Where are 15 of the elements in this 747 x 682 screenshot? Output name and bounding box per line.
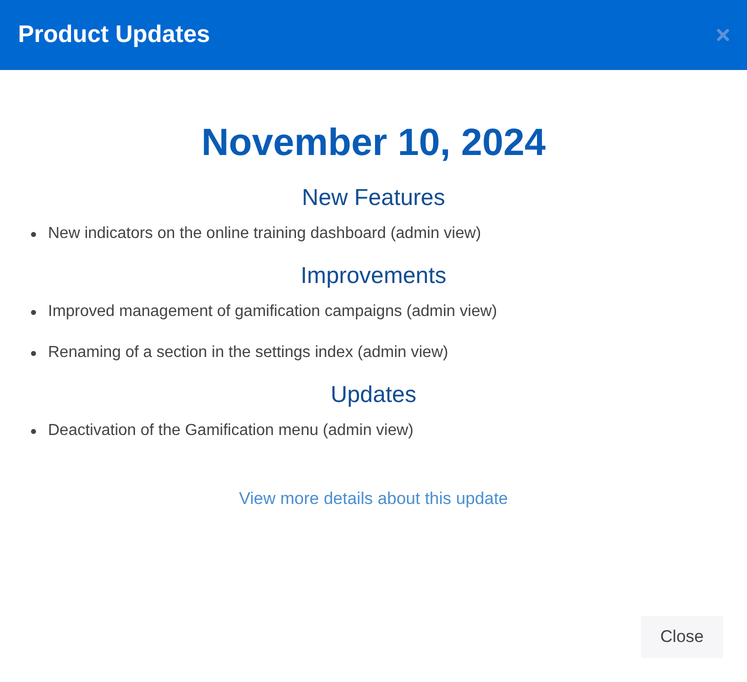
- close-button[interactable]: Close: [641, 616, 723, 658]
- dialog-title: Product Updates: [18, 21, 210, 49]
- list-item: New indicators on the online training dashboard (admin view): [48, 224, 482, 244]
- release-date: November 10, 2024: [200, 121, 547, 166]
- bullet-icon: [31, 428, 36, 434]
- bullet-icon: [31, 350, 36, 356]
- close-icon[interactable]: [717, 29, 729, 41]
- section-heading: New Features: [300, 183, 446, 212]
- bullet-icon: [31, 232, 36, 236]
- list-item: Improved management of gamification campaigns (admin view): [48, 302, 498, 322]
- list-item: Renaming of a section in the settings index (admin view): [48, 343, 448, 363]
- list-item: Deactivation of the Gamification menu (admin view): [48, 421, 414, 441]
- section-heading: Improvements: [300, 261, 448, 290]
- bullet-icon: [31, 310, 36, 314]
- section-heading: Updates: [330, 380, 418, 409]
